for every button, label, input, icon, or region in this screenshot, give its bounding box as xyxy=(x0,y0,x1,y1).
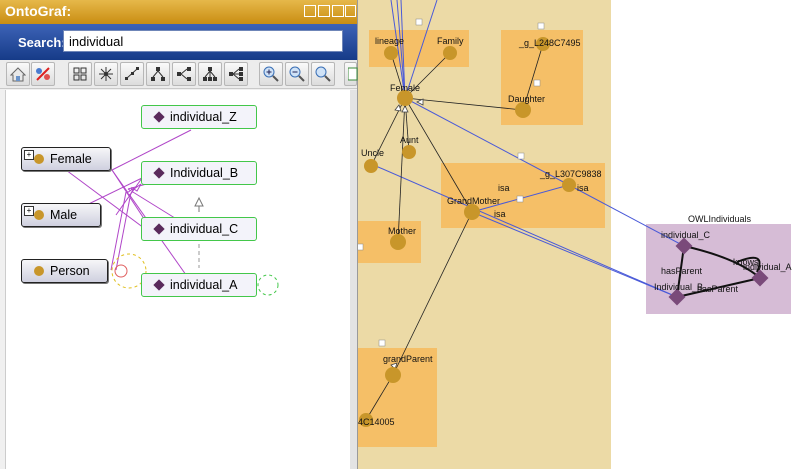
radial-layout-button[interactable] xyxy=(94,62,118,86)
mother-node xyxy=(390,234,406,250)
ind-c-label: individual_C xyxy=(661,230,711,240)
horizontal-tree-2-icon xyxy=(229,67,243,81)
lineage-node xyxy=(384,46,398,60)
export-button[interactable] xyxy=(344,62,358,86)
vertical-tree-icon xyxy=(203,67,217,81)
class-node-female[interactable]: + Female xyxy=(21,147,111,171)
subclass-arrow xyxy=(194,196,204,207)
g248-label: _g_L248C7495 xyxy=(518,38,581,48)
horizontal-tree-2-button[interactable] xyxy=(224,62,248,86)
left-scrollbar[interactable] xyxy=(350,90,357,469)
panel-title: OntoGraf: xyxy=(5,3,72,19)
grandmother-label: GrandMother xyxy=(447,196,500,206)
individual-node-label: individual_C xyxy=(170,222,239,236)
individual-node-b[interactable]: Individual_B xyxy=(141,161,257,185)
tree-layout-icon xyxy=(151,67,165,81)
graph-toolbar xyxy=(0,60,358,89)
family-node xyxy=(443,46,457,60)
ontograf-panel: OntoGraf: Search: individual + Female + … xyxy=(0,0,358,469)
isa-label-2: isa xyxy=(577,183,589,193)
daughter-node xyxy=(515,102,531,118)
search-input[interactable] xyxy=(63,30,343,52)
ontograf-graph-canvas[interactable]: lineage Family _g_L248C7495 Female Daugh… xyxy=(357,0,800,469)
home-icon xyxy=(10,67,26,82)
class-icon xyxy=(34,266,44,276)
radial-layout-icon xyxy=(99,67,113,81)
individual-node-z[interactable]: individual_Z xyxy=(141,105,257,129)
isa-label-3: isa xyxy=(494,209,506,219)
individual-icon xyxy=(153,111,165,123)
spring-layout-icon xyxy=(125,67,139,80)
zoom-in-button[interactable] xyxy=(259,62,283,86)
expand-icon[interactable]: + xyxy=(24,150,34,160)
grandparent-node xyxy=(385,367,401,383)
export-icon xyxy=(348,67,358,81)
individual-node-label: individual_Z xyxy=(170,110,237,124)
individual-icon xyxy=(153,223,165,235)
family-label: Family xyxy=(437,36,464,46)
minimize-icon[interactable] xyxy=(318,5,330,17)
horizontal-tree-button[interactable] xyxy=(172,62,196,86)
grid-layout-icon xyxy=(73,67,87,81)
class-node-male[interactable]: + Male xyxy=(21,203,101,227)
aunt-node xyxy=(402,145,416,159)
daughter-label: Daughter xyxy=(508,94,545,104)
individual-node-label: Individual_B xyxy=(170,166,239,180)
individual-icon xyxy=(153,167,165,179)
expand-icon[interactable]: + xyxy=(24,206,34,216)
maximize-icon[interactable] xyxy=(332,5,344,17)
class-node-label: Male xyxy=(50,208,78,222)
grandmother-node xyxy=(464,204,480,220)
class-node-label: Person xyxy=(50,264,90,278)
home-button[interactable] xyxy=(6,62,30,86)
graph-svg: lineage Family _g_L248C7495 Female Daugh… xyxy=(357,0,792,469)
vertical-tree-button[interactable] xyxy=(198,62,222,86)
isa-label-1: isa xyxy=(498,183,510,193)
panel-titlebar[interactable]: OntoGraf: xyxy=(0,0,357,24)
aunt-label: Aunt xyxy=(400,135,419,145)
uncle-node xyxy=(364,159,378,173)
search-bar: Search: xyxy=(0,24,357,60)
individual-a-loop xyxy=(257,274,279,296)
individual-node-a[interactable]: individual_A xyxy=(141,273,257,297)
class-icon xyxy=(34,154,44,164)
female-label: Female xyxy=(390,83,420,93)
c14005-label: 4C14005 xyxy=(358,417,395,427)
ind-a-label: individual_A xyxy=(743,262,792,272)
split-view-icon[interactable] xyxy=(304,5,316,17)
class-node-label: Female xyxy=(50,152,92,166)
grid-layout-button[interactable] xyxy=(68,62,92,86)
search-label: Search: xyxy=(18,35,66,50)
spring-layout-button[interactable] xyxy=(120,62,144,86)
zoom-out-icon xyxy=(289,66,305,82)
remove-icon xyxy=(36,67,50,81)
remove-button[interactable] xyxy=(31,62,55,86)
g307-node xyxy=(562,178,576,192)
grandparent-label: grandParent xyxy=(383,354,433,364)
hasparent-label-1: hasParent xyxy=(661,266,703,276)
horizontal-tree-icon xyxy=(177,67,191,81)
zoom-fit-icon xyxy=(315,66,331,82)
class-node-person[interactable]: Person xyxy=(21,259,108,283)
close-icon[interactable] xyxy=(345,5,356,17)
zoom-out-button[interactable] xyxy=(285,62,309,86)
lineage-label: lineage xyxy=(375,36,404,46)
individual-node-label: individual_A xyxy=(170,278,238,292)
tree-layout-button[interactable] xyxy=(146,62,170,86)
zoom-fit-button[interactable] xyxy=(311,62,335,86)
mother-label: Mother xyxy=(388,226,416,236)
g307-label: _g_L307C9838 xyxy=(539,169,602,179)
person-loop-inner xyxy=(114,264,128,278)
owl-individuals-label: OWLIndividuals xyxy=(688,214,752,224)
class-icon xyxy=(34,210,44,220)
individual-icon xyxy=(153,279,165,291)
individual-node-c[interactable]: individual_C xyxy=(141,217,257,241)
uncle-label: Uncle xyxy=(361,148,384,158)
hasparent-label-2: hasParent xyxy=(697,284,739,294)
ind-b-label: Individual_B xyxy=(654,282,703,292)
zoom-in-icon xyxy=(263,66,279,82)
